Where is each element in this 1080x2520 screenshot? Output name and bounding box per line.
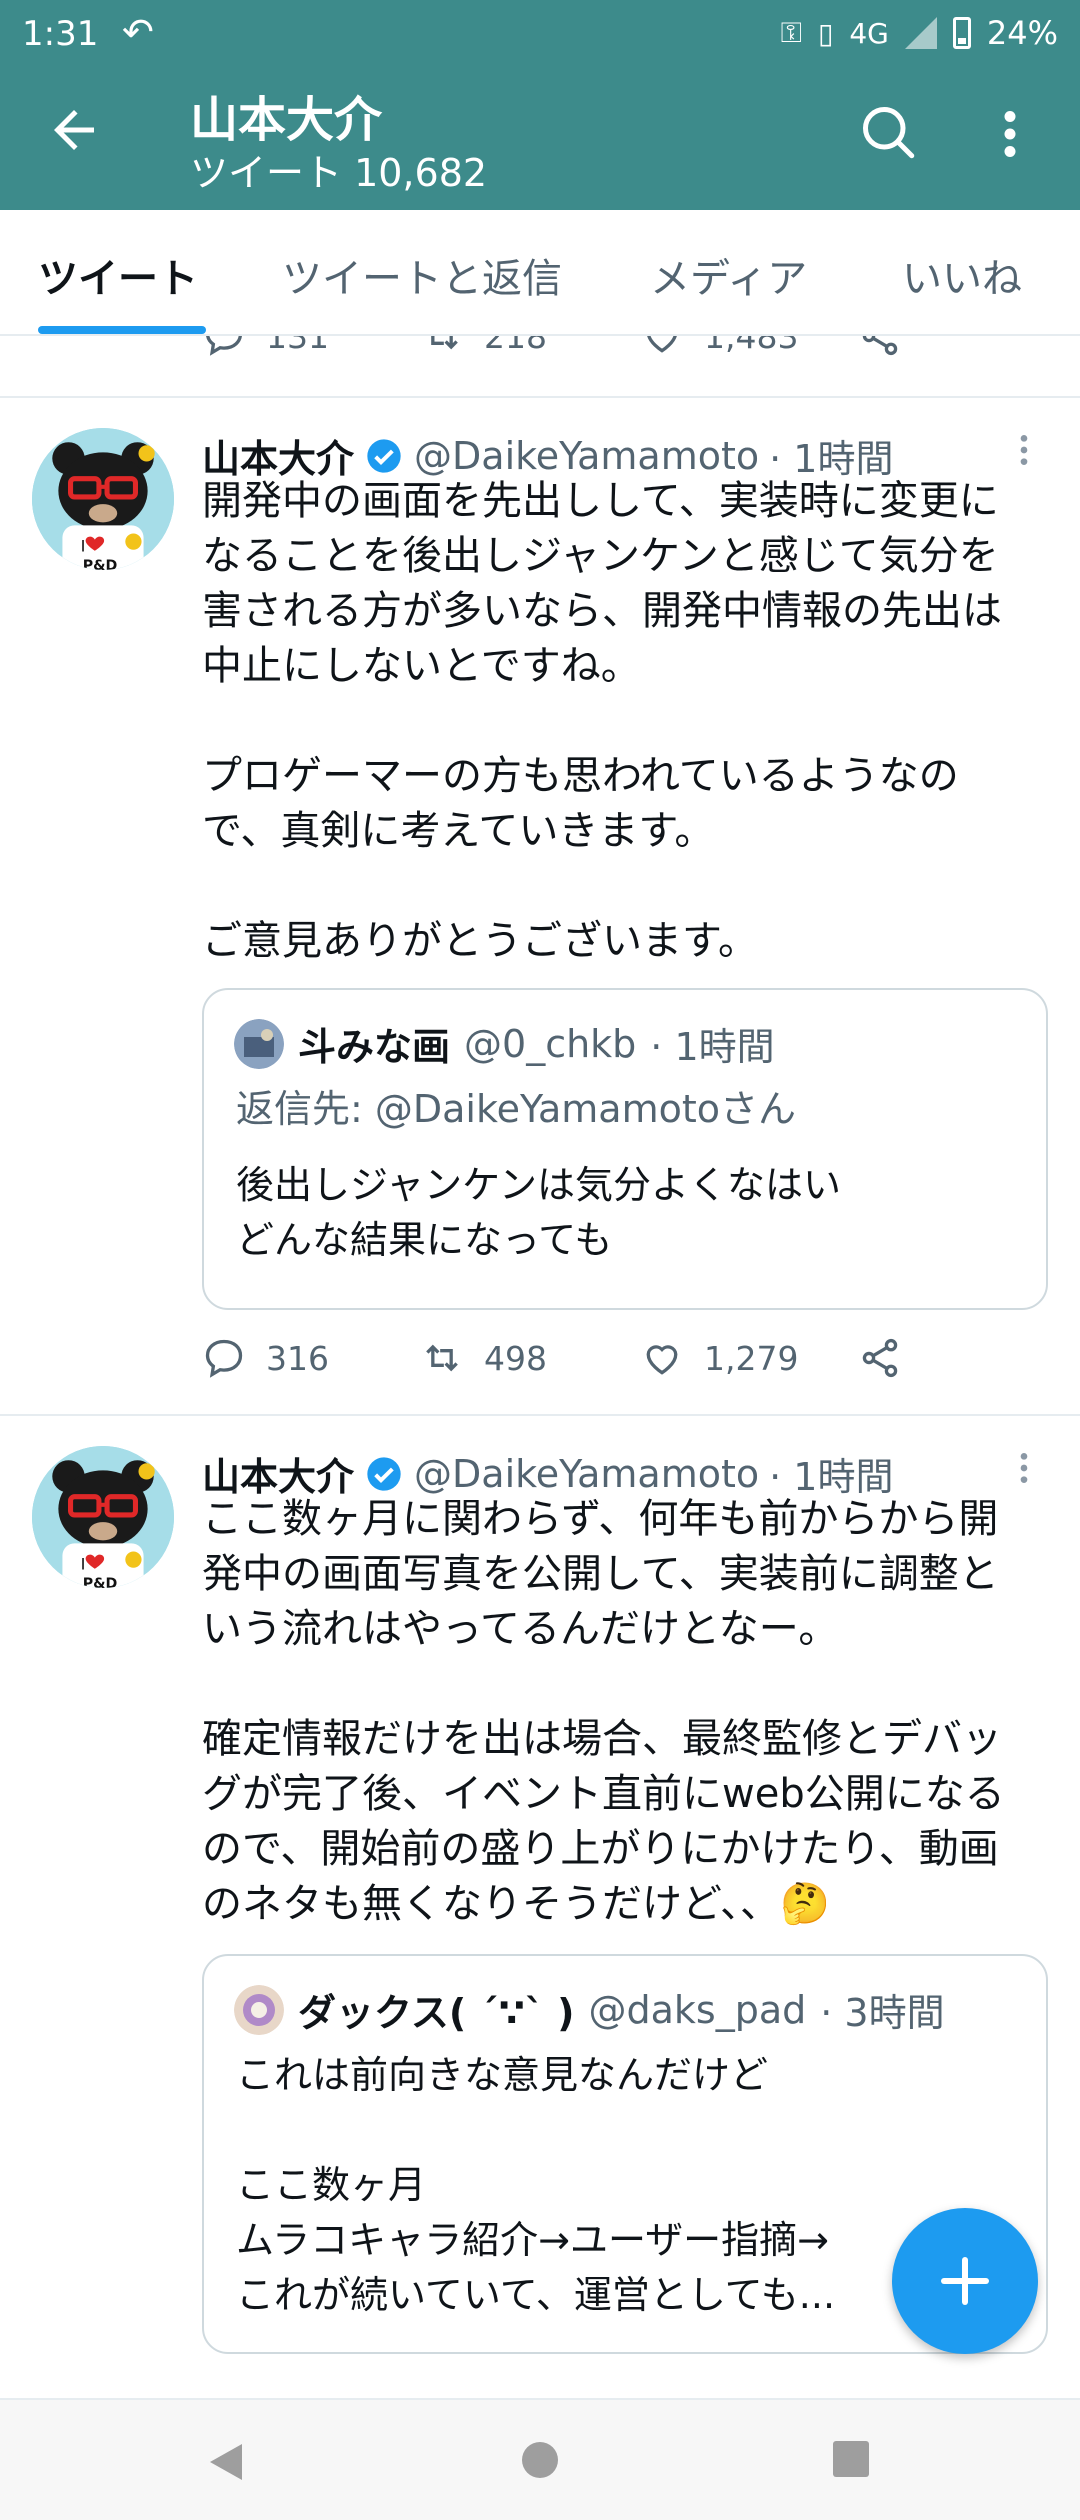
svg-text:I: I: [81, 537, 86, 556]
quote-author-name: ダックス( ´∵` ): [298, 1991, 575, 2035]
battery-label: 24%: [986, 14, 1058, 52]
search-icon[interactable]: [858, 102, 918, 162]
quote-author-handle: @0_chkb: [464, 1021, 637, 1066]
tweet-count: ツイート 10,682: [190, 151, 488, 195]
vibrate-icon: ▯: [817, 16, 834, 50]
quote-author-name: 斗みな画: [298, 1025, 451, 1069]
like-button[interactable]: 1,483: [640, 336, 798, 358]
share-icon: [862, 336, 898, 356]
share-icon: [862, 1338, 898, 1378]
compose-tweet-button[interactable]: [892, 2208, 1038, 2354]
back-arrow-icon[interactable]: [44, 100, 104, 160]
quote-time: · 1時間: [650, 1025, 775, 1069]
battery-icon: [952, 17, 971, 49]
quoted-tweet[interactable]: 斗みな画 @0_chkb · 1時間 返信先: @DaikeYamamotoさん…: [202, 988, 1048, 1310]
nav-home-icon[interactable]: [520, 2440, 560, 2480]
share-button[interactable]: [858, 336, 902, 358]
tweet-item[interactable]: I P&D 山本大介 @DaikeYamamoto · 1時間 開発中の画面を先…: [0, 398, 1080, 1416]
avatar[interactable]: I P&D: [32, 428, 174, 570]
profile-tabs: ツイート ツイートと返信 メディア いいね: [0, 210, 1080, 336]
tab-likes[interactable]: いいね: [902, 246, 1022, 304]
status-time: 1:31: [22, 14, 99, 54]
quote-text: 後出しジャンケンは気分よくなはい どんな結果になっても: [236, 1163, 841, 1262]
status-right: ⚿ ▯ 4G 24%: [781, 14, 1058, 52]
nav-recents-icon[interactable]: [832, 2440, 870, 2478]
quote-header: ダックス( ´∵` ) @daks_pad · 3時間: [234, 1982, 945, 2037]
reply-icon: [206, 336, 242, 356]
signal-icon: [904, 17, 937, 49]
system-nav-bar: [0, 2398, 1080, 2520]
retweet-count: 218: [484, 336, 547, 356]
svg-text:P&D: P&D: [83, 1576, 118, 1588]
reply-button[interactable]: 131: [202, 336, 329, 358]
bear-avatar-icon: I P&D: [32, 1446, 174, 1588]
tab-tweets[interactable]: ツイート: [38, 246, 198, 304]
page-title: 山本大介: [190, 92, 383, 148]
compose-plus-icon: [941, 2257, 989, 2305]
verified-icon: [367, 1456, 401, 1491]
verified-icon: [367, 438, 401, 473]
retweet-button[interactable]: 498: [420, 1336, 547, 1380]
like-count: 1,279: [704, 1338, 799, 1378]
quote-time: · 3時間: [820, 1991, 945, 2035]
like-icon: [646, 1345, 678, 1375]
reply-icon: [205, 1339, 243, 1378]
quote-header: 斗みな画 @0_chkb · 1時間: [234, 1016, 775, 1071]
author-handle[interactable]: @DaikeYamamoto: [414, 1452, 759, 1496]
previous-tweet-actions: 131 218 1,483: [0, 336, 1080, 398]
key-icon: ⚿: [780, 16, 802, 49]
retweet-count: 498: [484, 1338, 547, 1378]
tab-indicator: [38, 326, 206, 334]
svg-text:P&D: P&D: [83, 558, 118, 570]
tab-tweets-replies[interactable]: ツイートと返信: [282, 246, 562, 304]
quote-avatar: [234, 1984, 284, 2035]
tweet-text: 開発中の画面を先出しして、実装時に変更に なることを後出しジャンケンと感じて気分…: [202, 478, 1002, 964]
retweet-icon: [426, 1344, 458, 1372]
retweet-icon: [431, 336, 458, 350]
like-button[interactable]: 1,279: [640, 1336, 798, 1380]
like-icon: [647, 336, 677, 353]
quote-avatar: [234, 1018, 284, 1069]
share-button[interactable]: [858, 1336, 902, 1380]
quote-reply-to: 返信先: @DaikeYamamotoさん: [236, 1087, 796, 1131]
tweet-text: ここ数ヶ月に関わらず、何年も前からから開 発中の画面写真を公開して、実装前に調整…: [202, 1496, 1005, 1927]
network-label: 4G: [849, 16, 889, 50]
nav-back-icon[interactable]: [204, 2440, 248, 2484]
tab-media[interactable]: メディア: [650, 246, 807, 304]
more-vertical-icon[interactable]: [1014, 1448, 1034, 1488]
status-back-icon: ↶: [122, 10, 154, 54]
status-bar: 1:31 ↶ ⚿ ▯ 4G 24%: [0, 0, 1080, 66]
bear-avatar-icon: I P&D: [32, 428, 174, 570]
more-vertical-icon[interactable]: [1014, 430, 1034, 470]
svg-text:I: I: [81, 1555, 86, 1574]
avatar[interactable]: I P&D: [32, 1446, 174, 1588]
author-handle[interactable]: @DaikeYamamoto: [414, 434, 759, 478]
app-header: 1:31 ↶ ⚿ ▯ 4G 24% 山本大介 ツイート 10,682: [0, 0, 1080, 210]
reply-button[interactable]: 316: [202, 1336, 329, 1380]
reply-count: 131: [266, 336, 329, 356]
quote-author-handle: @daks_pad: [588, 1987, 807, 2032]
retweet-button[interactable]: 218: [420, 336, 547, 358]
more-vertical-icon[interactable]: [990, 104, 1030, 164]
reply-count: 316: [266, 1338, 329, 1378]
like-count: 1,483: [704, 336, 799, 356]
